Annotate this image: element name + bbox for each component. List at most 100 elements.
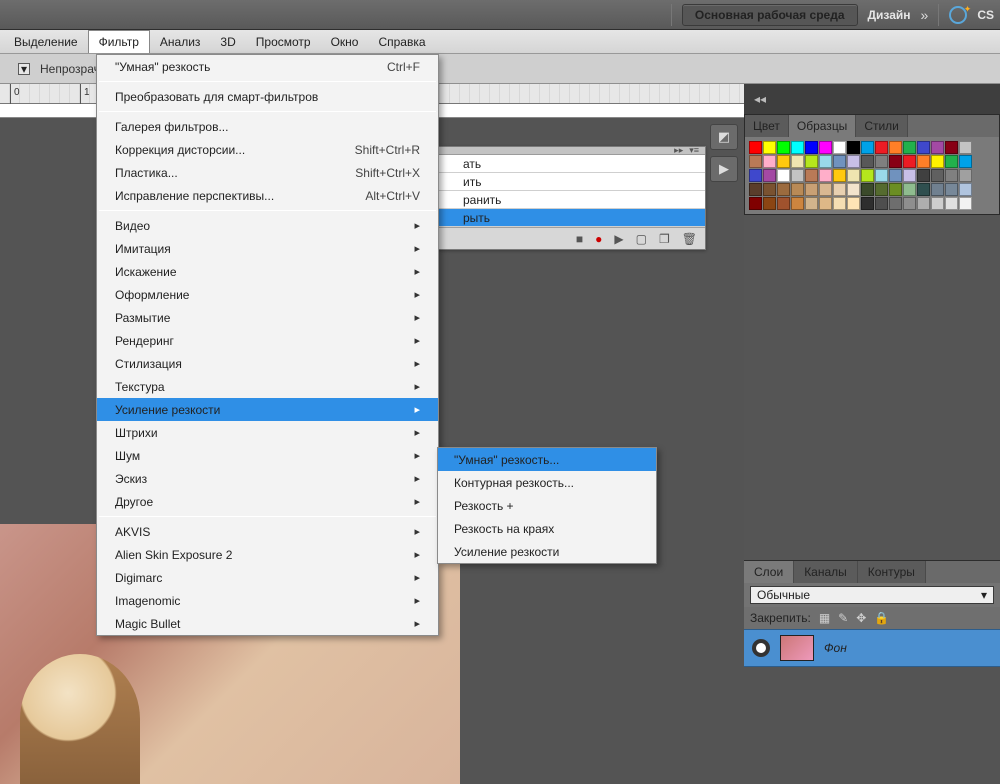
menu-selection[interactable]: Выделение <box>4 30 88 53</box>
swatch-cell[interactable] <box>875 155 888 168</box>
swatch-cell[interactable] <box>819 141 832 154</box>
swatch-cell[interactable] <box>861 197 874 210</box>
swatch-cell[interactable] <box>847 183 860 196</box>
filter-cat-brush[interactable]: Штрихи <box>97 421 438 444</box>
filter-cat-render[interactable]: Рендеринг <box>97 329 438 352</box>
lock-all-icon[interactable]: 🔒 <box>874 611 889 625</box>
swatch-cell[interactable] <box>777 155 790 168</box>
trash-icon[interactable]: 🗑 <box>682 232 697 246</box>
sharpen-edges[interactable]: Резкость на краях <box>438 517 656 540</box>
swatch-cell[interactable] <box>861 183 874 196</box>
layer-thumbnail[interactable] <box>780 635 814 661</box>
swatch-cell[interactable] <box>861 155 874 168</box>
swatch-cell[interactable] <box>749 141 762 154</box>
sharpen-smart[interactable]: "Умная" резкость... <box>438 448 656 471</box>
action-item[interactable]: ить <box>439 173 705 191</box>
swatch-cell[interactable] <box>819 169 832 182</box>
workspace-switcher-active[interactable]: Основная рабочая среда <box>682 4 858 26</box>
swatch-cell[interactable] <box>819 183 832 196</box>
swatch-cell[interactable] <box>903 155 916 168</box>
more-workspaces-icon[interactable]: » <box>921 7 929 23</box>
action-item[interactable]: ать <box>439 155 705 173</box>
swatch-cell[interactable] <box>749 169 762 182</box>
filter-cat-sharpen[interactable]: Усиление резкости <box>97 398 438 421</box>
action-item[interactable]: ранить <box>439 191 705 209</box>
swatch-cell[interactable] <box>805 183 818 196</box>
swatch-cell[interactable] <box>959 169 972 182</box>
swatch-cell[interactable] <box>903 169 916 182</box>
filter-plugin-magicbullet[interactable]: Magic Bullet <box>97 612 438 635</box>
filter-vanishing-point[interactable]: Исправление перспективы...Alt+Ctrl+V <box>97 184 438 207</box>
swatch-cell[interactable] <box>833 197 846 210</box>
swatch-cell[interactable] <box>931 197 944 210</box>
menu-3d[interactable]: 3D <box>210 30 245 53</box>
menu-filter[interactable]: Фильтр <box>88 30 150 53</box>
filter-cat-noise[interactable]: Шум <box>97 444 438 467</box>
lock-move-icon[interactable]: ✥ <box>856 611 866 625</box>
filter-cat-stylize[interactable]: Стилизация <box>97 352 438 375</box>
filter-plugin-digimarc[interactable]: Digimarc <box>97 566 438 589</box>
swatch-cell[interactable] <box>791 141 804 154</box>
swatch-cell[interactable] <box>805 197 818 210</box>
swatch-cell[interactable] <box>861 141 874 154</box>
swatch-cell[interactable] <box>791 155 804 168</box>
swatch-cell[interactable] <box>819 197 832 210</box>
filter-cat-distort[interactable]: Искажение <box>97 260 438 283</box>
filter-last[interactable]: "Умная" резкость Ctrl+F <box>97 55 438 78</box>
swatch-cell[interactable] <box>777 169 790 182</box>
collapse-dock-icon[interactable]: ◂◂ <box>754 92 766 106</box>
record-icon[interactable]: ● <box>595 232 602 246</box>
swatch-cell[interactable] <box>749 197 762 210</box>
swatch-cell[interactable] <box>959 183 972 196</box>
swatch-cell[interactable] <box>945 169 958 182</box>
lock-pixels-icon[interactable]: ▦ <box>819 611 830 625</box>
sharpen-sharpen[interactable]: Усиление резкости <box>438 540 656 563</box>
swatch-cell[interactable] <box>903 197 916 210</box>
swatch-cell[interactable] <box>777 183 790 196</box>
swatch-cell[interactable] <box>763 169 776 182</box>
swatch-cell[interactable] <box>833 169 846 182</box>
filter-cat-sketch[interactable]: Эскиз <box>97 467 438 490</box>
workspace-option[interactable]: Дизайн <box>868 8 911 22</box>
swatch-cell[interactable] <box>833 183 846 196</box>
filter-cat-artistic[interactable]: Имитация <box>97 237 438 260</box>
swatch-cell[interactable] <box>819 155 832 168</box>
action-item-selected[interactable]: рыть <box>439 209 705 227</box>
swatch-cell[interactable] <box>875 169 888 182</box>
swatch-cell[interactable] <box>903 141 916 154</box>
swatch-cell[interactable] <box>763 141 776 154</box>
swatch-cell[interactable] <box>763 197 776 210</box>
swatch-cell[interactable] <box>805 141 818 154</box>
swatch-cell[interactable] <box>791 169 804 182</box>
swatch-cell[interactable] <box>847 197 860 210</box>
menu-analysis[interactable]: Анализ <box>150 30 211 53</box>
swatch-cell[interactable] <box>861 169 874 182</box>
swatch-cell[interactable] <box>875 141 888 154</box>
swatch-cell[interactable] <box>889 183 902 196</box>
swatch-cell[interactable] <box>931 155 944 168</box>
tab-styles[interactable]: Стили <box>856 115 908 137</box>
menu-window[interactable]: Окно <box>321 30 369 53</box>
stop-icon[interactable]: ■ <box>576 232 583 246</box>
swatch-cell[interactable] <box>763 183 776 196</box>
swatch-cell[interactable] <box>945 183 958 196</box>
swatch-cell[interactable] <box>931 169 944 182</box>
swatch-cell[interactable] <box>889 155 902 168</box>
sharpen-more[interactable]: Резкость + <box>438 494 656 517</box>
panel-menu-icon[interactable]: ▾≡ <box>689 145 699 156</box>
histogram-panel-icon[interactable]: ◩ <box>710 124 738 150</box>
swatch-cell[interactable] <box>917 169 930 182</box>
visibility-toggle-icon[interactable] <box>752 639 770 657</box>
swatch-cell[interactable] <box>791 183 804 196</box>
filter-plugin-akvis[interactable]: AKVIS <box>97 520 438 543</box>
swatch-cell[interactable] <box>833 155 846 168</box>
tab-paths[interactable]: Контуры <box>858 561 926 583</box>
sharpen-unsharp[interactable]: Контурная резкость... <box>438 471 656 494</box>
swatch-cell[interactable] <box>945 197 958 210</box>
swatch-cell[interactable] <box>917 141 930 154</box>
layer-row[interactable]: Фон <box>744 629 1000 667</box>
actions-panel[interactable]: ▸▸ ▾≡ ать ить ранить рыть ■ ● ▶ ▢ ❐ 🗑 <box>438 146 706 250</box>
swatch-cell[interactable] <box>931 141 944 154</box>
swatch-cell[interactable] <box>945 155 958 168</box>
filter-plugin-imagenomic[interactable]: Imagenomic <box>97 589 438 612</box>
